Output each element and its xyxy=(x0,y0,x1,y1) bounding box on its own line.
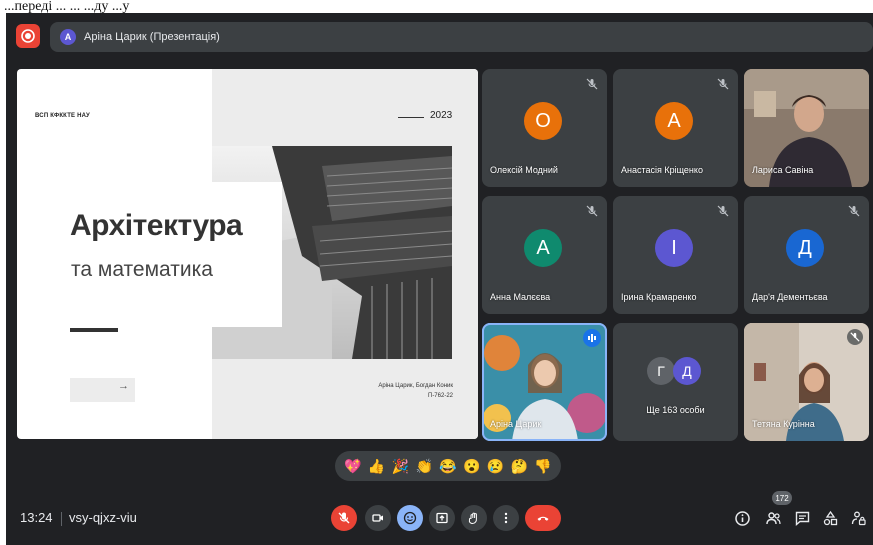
participant-avatar: О xyxy=(524,102,562,140)
more-participants-label: Ще 163 особи xyxy=(646,405,705,415)
present-screen-button[interactable] xyxy=(429,505,455,531)
presenter-avatar: A xyxy=(60,29,76,45)
hand-icon xyxy=(468,512,477,525)
participant-tile[interactable]: О Олексій Модний xyxy=(482,69,607,187)
lock-person-icon xyxy=(851,511,866,525)
participant-name: Дар'я Дементьєва xyxy=(752,292,828,302)
info-icon xyxy=(734,510,750,526)
reaction-surprised-button[interactable]: 😮 xyxy=(463,459,480,473)
slide-organization: ВСП КФККТЕ НАУ xyxy=(35,113,90,119)
participant-avatar: А xyxy=(524,229,562,267)
meeting-code: vsy-qjxz-viu xyxy=(69,510,137,525)
slide-year-line xyxy=(398,117,424,118)
participant-avatar: Г xyxy=(647,357,675,385)
reaction-laugh-button[interactable]: 😂 xyxy=(439,459,456,473)
host-controls-button[interactable] xyxy=(848,508,868,528)
participant-name: Аріна Царик xyxy=(490,419,542,429)
participant-name: Анастасія Кріщенко xyxy=(621,165,703,175)
participant-name: Олексій Модний xyxy=(490,165,558,175)
people-count-badge: 172 xyxy=(772,491,792,505)
participant-name: Ірина Крамаренко xyxy=(621,292,697,302)
slide-title-box xyxy=(17,182,282,327)
record-icon xyxy=(21,29,35,43)
participant-avatar: А xyxy=(655,102,693,140)
participant-tile[interactable]: І Ірина Крамаренко xyxy=(613,196,738,314)
slide-accent-bar xyxy=(70,328,118,332)
mic-off-icon xyxy=(338,512,350,524)
reaction-sad-button[interactable]: 😢 xyxy=(487,459,504,473)
participant-video-tile-active[interactable]: Аріна Царик xyxy=(482,323,607,441)
camera-icon xyxy=(372,514,383,522)
meeting-time: 13:24 xyxy=(20,510,53,525)
slide-button-arrow: → xyxy=(118,380,129,392)
people-button[interactable] xyxy=(763,508,783,528)
emoji-reactions-button[interactable] xyxy=(397,505,423,531)
participant-name: Тетяна Курінна xyxy=(752,419,815,429)
emoji-icon xyxy=(403,511,417,525)
camera-toggle-button[interactable] xyxy=(365,505,391,531)
meeting-details-button[interactable] xyxy=(732,508,752,528)
present-icon xyxy=(436,512,448,524)
participant-avatar: Д xyxy=(786,229,824,267)
participant-video-tile[interactable]: Тетяна Курінна xyxy=(744,323,869,441)
participant-avatar: Д xyxy=(673,357,701,385)
mic-off-icon xyxy=(717,205,729,217)
presenter-label: Аріна Царик (Презентація) xyxy=(84,31,220,43)
divider xyxy=(61,512,62,526)
reaction-party-button[interactable]: 🎉 xyxy=(392,459,409,473)
more-options-button[interactable] xyxy=(493,505,519,531)
shapes-icon xyxy=(823,510,837,525)
recording-button[interactable] xyxy=(16,24,40,48)
more-participants-tile[interactable]: Г Д Ще 163 особи xyxy=(613,323,738,441)
reaction-thumbs-down-button[interactable]: 👎 xyxy=(534,459,551,473)
slide-subtitle: та математика xyxy=(71,258,213,281)
speaking-indicator-icon xyxy=(583,329,601,347)
people-icon xyxy=(765,511,781,524)
reactions-bar: 💖 👍 🎉 👏 😂 😮 😢 🤔 👎 xyxy=(335,451,561,481)
reaction-thinking-button[interactable]: 🤔 xyxy=(511,459,528,473)
presentation-chip[interactable]: A Аріна Царик (Презентація) xyxy=(50,22,873,52)
end-call-icon xyxy=(537,516,549,521)
participant-tile[interactable]: Д Дар'я Дементьєва xyxy=(744,196,869,314)
presentation-slide: ВСП КФККТЕ НАУ 2023 Архітектура та матем… xyxy=(17,69,478,439)
meet-window: A Аріна Царик (Презентація) ВСП КФККТЕ Н… xyxy=(6,13,873,545)
raise-hand-button[interactable] xyxy=(461,505,487,531)
reaction-clap-button[interactable]: 👏 xyxy=(415,459,432,473)
microphone-toggle-button[interactable] xyxy=(331,505,357,531)
mic-off-icon xyxy=(717,78,729,90)
slide-authors: Аріна Царик, Богдан Коник xyxy=(378,383,453,389)
mic-off-icon xyxy=(586,205,598,217)
participant-name: Лариса Савіна xyxy=(752,165,814,175)
chat-button[interactable] xyxy=(792,508,812,528)
mic-off-icon xyxy=(847,329,863,345)
slide-title: Архітектура xyxy=(70,209,243,242)
slide-year: 2023 xyxy=(430,110,453,121)
participant-avatar: І xyxy=(655,229,693,267)
participant-tile[interactable]: А Анастасія Кріщенко xyxy=(613,69,738,187)
mic-off-icon xyxy=(848,205,860,217)
reaction-heart-button[interactable]: 💖 xyxy=(344,459,361,473)
participant-video-tile[interactable]: Лариса Савіна xyxy=(744,69,869,187)
mic-off-icon xyxy=(586,78,598,90)
leave-call-button[interactable] xyxy=(525,505,561,531)
activities-button[interactable] xyxy=(820,508,840,528)
reaction-thumbs-up-button[interactable]: 👍 xyxy=(368,459,385,473)
slide-group: П-762-22 xyxy=(428,393,453,399)
participant-name: Анна Малєєва xyxy=(490,292,551,302)
more-vert-icon xyxy=(504,512,508,524)
participant-tile[interactable]: А Анна Малєєва xyxy=(482,196,607,314)
chat-icon xyxy=(795,511,809,526)
